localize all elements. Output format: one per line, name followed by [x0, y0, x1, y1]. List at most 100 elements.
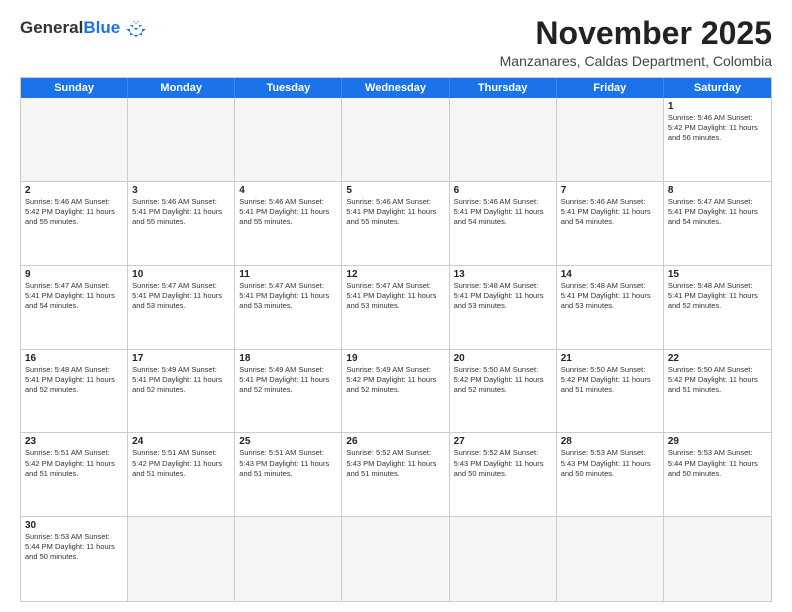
day-number: 3 — [132, 185, 230, 196]
cell-info: Sunrise: 5:49 AM Sunset: 5:41 PM Dayligh… — [239, 365, 337, 395]
cal-cell-r4-c6: 29Sunrise: 5:53 AM Sunset: 5:44 PM Dayli… — [664, 433, 771, 516]
cal-cell-r3-c2: 18Sunrise: 5:49 AM Sunset: 5:41 PM Dayli… — [235, 350, 342, 433]
cal-cell-r2-c6: 15Sunrise: 5:48 AM Sunset: 5:41 PM Dayli… — [664, 266, 771, 349]
cal-cell-r5-c3 — [342, 517, 449, 601]
cal-cell-r2-c3: 12Sunrise: 5:47 AM Sunset: 5:41 PM Dayli… — [342, 266, 449, 349]
day-number: 7 — [561, 185, 659, 196]
day-number: 17 — [132, 353, 230, 364]
location: Manzanares, Caldas Department, Colombia — [500, 53, 772, 69]
cell-info: Sunrise: 5:50 AM Sunset: 5:42 PM Dayligh… — [454, 365, 552, 395]
day-number: 23 — [25, 436, 123, 447]
cal-cell-r0-c3 — [342, 98, 449, 181]
cal-row-0: 1Sunrise: 5:46 AM Sunset: 5:42 PM Daylig… — [21, 98, 771, 182]
cell-info: Sunrise: 5:50 AM Sunset: 5:42 PM Dayligh… — [668, 365, 767, 395]
logo-display: General Blue — [20, 18, 148, 38]
header-thursday: Thursday — [450, 78, 557, 98]
cal-cell-r0-c5 — [557, 98, 664, 181]
page: General Blue November 2025 Manzanares, C… — [0, 0, 792, 612]
cal-cell-r1-c2: 4Sunrise: 5:46 AM Sunset: 5:41 PM Daylig… — [235, 182, 342, 265]
cal-cell-r5-c1 — [128, 517, 235, 601]
cal-row-3: 16Sunrise: 5:48 AM Sunset: 5:41 PM Dayli… — [21, 350, 771, 434]
cal-cell-r1-c1: 3Sunrise: 5:46 AM Sunset: 5:41 PM Daylig… — [128, 182, 235, 265]
cal-cell-r1-c4: 6Sunrise: 5:46 AM Sunset: 5:41 PM Daylig… — [450, 182, 557, 265]
logo-blue-text: Blue — [83, 18, 120, 38]
day-number: 5 — [346, 185, 444, 196]
day-number: 12 — [346, 269, 444, 280]
cal-cell-r2-c4: 13Sunrise: 5:48 AM Sunset: 5:41 PM Dayli… — [450, 266, 557, 349]
cell-info: Sunrise: 5:50 AM Sunset: 5:42 PM Dayligh… — [561, 365, 659, 395]
calendar: Sunday Monday Tuesday Wednesday Thursday… — [20, 77, 772, 602]
header-friday: Friday — [557, 78, 664, 98]
day-number: 22 — [668, 353, 767, 364]
day-number: 10 — [132, 269, 230, 280]
cell-info: Sunrise: 5:48 AM Sunset: 5:41 PM Dayligh… — [561, 281, 659, 311]
day-number: 24 — [132, 436, 230, 447]
cal-cell-r1-c6: 8Sunrise: 5:47 AM Sunset: 5:41 PM Daylig… — [664, 182, 771, 265]
day-number: 30 — [25, 520, 123, 531]
cal-cell-r2-c1: 10Sunrise: 5:47 AM Sunset: 5:41 PM Dayli… — [128, 266, 235, 349]
cell-info: Sunrise: 5:46 AM Sunset: 5:42 PM Dayligh… — [25, 197, 123, 227]
cell-info: Sunrise: 5:47 AM Sunset: 5:41 PM Dayligh… — [668, 197, 767, 227]
cell-info: Sunrise: 5:47 AM Sunset: 5:41 PM Dayligh… — [346, 281, 444, 311]
cal-cell-r4-c5: 28Sunrise: 5:53 AM Sunset: 5:43 PM Dayli… — [557, 433, 664, 516]
day-number: 16 — [25, 353, 123, 364]
header-wednesday: Wednesday — [342, 78, 449, 98]
day-number: 26 — [346, 436, 444, 447]
cal-cell-r3-c4: 20Sunrise: 5:50 AM Sunset: 5:42 PM Dayli… — [450, 350, 557, 433]
cell-info: Sunrise: 5:52 AM Sunset: 5:43 PM Dayligh… — [346, 448, 444, 478]
day-number: 28 — [561, 436, 659, 447]
day-number: 15 — [668, 269, 767, 280]
cell-info: Sunrise: 5:46 AM Sunset: 5:41 PM Dayligh… — [454, 197, 552, 227]
day-number: 2 — [25, 185, 123, 196]
header-tuesday: Tuesday — [235, 78, 342, 98]
cell-info: Sunrise: 5:53 AM Sunset: 5:44 PM Dayligh… — [668, 448, 767, 478]
cell-info: Sunrise: 5:46 AM Sunset: 5:42 PM Dayligh… — [668, 113, 767, 143]
cell-info: Sunrise: 5:49 AM Sunset: 5:42 PM Dayligh… — [346, 365, 444, 395]
calendar-body: 1Sunrise: 5:46 AM Sunset: 5:42 PM Daylig… — [21, 98, 771, 601]
cell-info: Sunrise: 5:53 AM Sunset: 5:44 PM Dayligh… — [25, 532, 123, 562]
calendar-header: Sunday Monday Tuesday Wednesday Thursday… — [21, 78, 771, 98]
day-number: 1 — [668, 101, 767, 112]
cal-cell-r4-c4: 27Sunrise: 5:52 AM Sunset: 5:43 PM Dayli… — [450, 433, 557, 516]
cal-cell-r5-c0: 30Sunrise: 5:53 AM Sunset: 5:44 PM Dayli… — [21, 517, 128, 601]
cal-cell-r3-c0: 16Sunrise: 5:48 AM Sunset: 5:41 PM Dayli… — [21, 350, 128, 433]
cal-row-2: 9Sunrise: 5:47 AM Sunset: 5:41 PM Daylig… — [21, 266, 771, 350]
cell-info: Sunrise: 5:48 AM Sunset: 5:41 PM Dayligh… — [454, 281, 552, 311]
cell-info: Sunrise: 5:47 AM Sunset: 5:41 PM Dayligh… — [239, 281, 337, 311]
day-number: 25 — [239, 436, 337, 447]
cell-info: Sunrise: 5:46 AM Sunset: 5:41 PM Dayligh… — [132, 197, 230, 227]
day-number: 20 — [454, 353, 552, 364]
logo-general-text: General — [20, 18, 83, 38]
cal-cell-r1-c0: 2Sunrise: 5:46 AM Sunset: 5:42 PM Daylig… — [21, 182, 128, 265]
cell-info: Sunrise: 5:52 AM Sunset: 5:43 PM Dayligh… — [454, 448, 552, 478]
cal-cell-r5-c6 — [664, 517, 771, 601]
day-number: 11 — [239, 269, 337, 280]
day-number: 4 — [239, 185, 337, 196]
cell-info: Sunrise: 5:46 AM Sunset: 5:41 PM Dayligh… — [239, 197, 337, 227]
logo-bird-icon — [124, 19, 148, 37]
cell-info: Sunrise: 5:51 AM Sunset: 5:42 PM Dayligh… — [25, 448, 123, 478]
cal-cell-r4-c3: 26Sunrise: 5:52 AM Sunset: 5:43 PM Dayli… — [342, 433, 449, 516]
cal-cell-r5-c4 — [450, 517, 557, 601]
cal-cell-r0-c0 — [21, 98, 128, 181]
cell-info: Sunrise: 5:53 AM Sunset: 5:43 PM Dayligh… — [561, 448, 659, 478]
logo-area: General Blue — [20, 16, 148, 38]
cell-info: Sunrise: 5:51 AM Sunset: 5:43 PM Dayligh… — [239, 448, 337, 478]
cal-cell-r3-c1: 17Sunrise: 5:49 AM Sunset: 5:41 PM Dayli… — [128, 350, 235, 433]
cell-info: Sunrise: 5:48 AM Sunset: 5:41 PM Dayligh… — [25, 365, 123, 395]
cal-cell-r3-c5: 21Sunrise: 5:50 AM Sunset: 5:42 PM Dayli… — [557, 350, 664, 433]
cal-cell-r2-c5: 14Sunrise: 5:48 AM Sunset: 5:41 PM Dayli… — [557, 266, 664, 349]
day-number: 9 — [25, 269, 123, 280]
cell-info: Sunrise: 5:48 AM Sunset: 5:41 PM Dayligh… — [668, 281, 767, 311]
cal-cell-r2-c2: 11Sunrise: 5:47 AM Sunset: 5:41 PM Dayli… — [235, 266, 342, 349]
cal-row-1: 2Sunrise: 5:46 AM Sunset: 5:42 PM Daylig… — [21, 182, 771, 266]
cal-row-5: 30Sunrise: 5:53 AM Sunset: 5:44 PM Dayli… — [21, 517, 771, 601]
day-number: 13 — [454, 269, 552, 280]
cell-info: Sunrise: 5:47 AM Sunset: 5:41 PM Dayligh… — [25, 281, 123, 311]
cal-cell-r2-c0: 9Sunrise: 5:47 AM Sunset: 5:41 PM Daylig… — [21, 266, 128, 349]
day-number: 19 — [346, 353, 444, 364]
cal-cell-r0-c6: 1Sunrise: 5:46 AM Sunset: 5:42 PM Daylig… — [664, 98, 771, 181]
cal-row-4: 23Sunrise: 5:51 AM Sunset: 5:42 PM Dayli… — [21, 433, 771, 517]
day-number: 6 — [454, 185, 552, 196]
day-number: 29 — [668, 436, 767, 447]
